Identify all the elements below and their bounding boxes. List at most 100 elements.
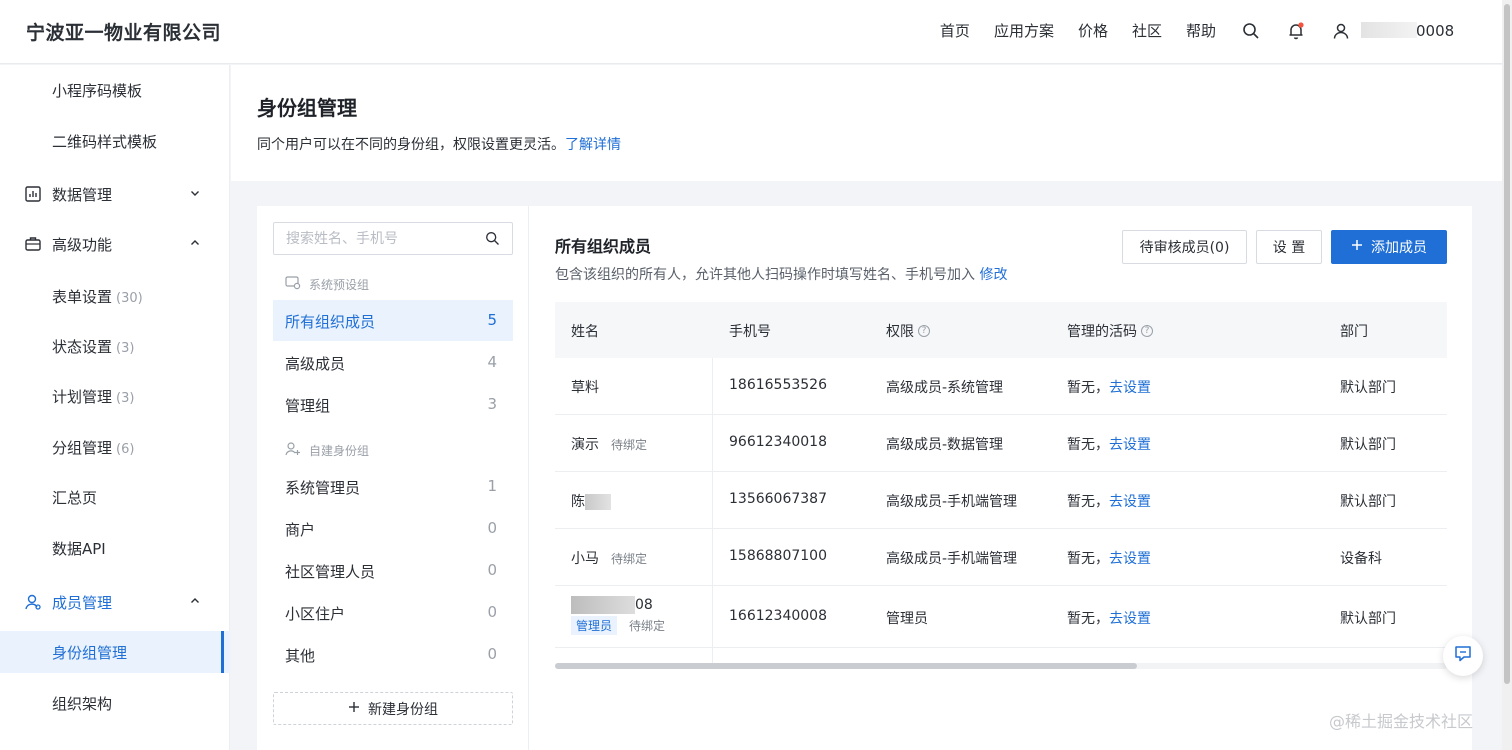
codes-none-text: 暂无，	[1067, 494, 1109, 510]
column-header-name: 姓名	[571, 321, 599, 341]
go-set-link[interactable]: 去设置	[1109, 380, 1151, 396]
table-row[interactable]: 演示 待绑定 96612340018 高级成员-数据管理 暂无，去设置 默认部门	[555, 415, 1447, 472]
chevron-up-icon[interactable]	[188, 236, 202, 250]
group-item-merchant[interactable]: 商户 0	[273, 508, 513, 549]
group-item-all-members[interactable]: 所有组织成员 5	[273, 300, 513, 341]
group-name: 所有组织成员	[285, 313, 376, 331]
pending-bind-tag: 待绑定	[611, 552, 648, 566]
table-row[interactable]: 草料 18616553526 高级成员-系统管理 暂无，去设置 默认部门	[555, 358, 1447, 415]
table-row[interactable]: 小马 待绑定 15868807100 高级成员-手机端管理 暂无，去设置 设备科	[555, 529, 1447, 586]
user-icon[interactable]	[1331, 20, 1351, 42]
settings-button[interactable]: 设 置	[1256, 230, 1322, 264]
nav-help[interactable]: 帮助	[1186, 20, 1216, 41]
codes-none-text: 暂无，	[1067, 611, 1109, 627]
sidebar-item-data-management[interactable]: 数据管理	[0, 173, 230, 215]
sidebar-item-identity-group-management[interactable]: 身份组管理	[0, 631, 230, 673]
sidebar-item-label: 表单设置	[52, 287, 113, 306]
nav-solutions[interactable]: 应用方案	[994, 20, 1054, 41]
group-count: 0	[487, 645, 497, 663]
sidebar-item-member-management[interactable]: 成员管理	[0, 581, 230, 623]
codes-none-text: 暂无，	[1067, 437, 1109, 453]
chevron-down-icon[interactable]	[188, 186, 202, 200]
column-header-managed-codes: 管理的活码?	[1067, 321, 1153, 341]
add-member-button[interactable]: 添加成员	[1331, 230, 1447, 264]
section-title: 系统预设组	[309, 278, 370, 292]
group-item-community-staff[interactable]: 社区管理人员 0	[273, 550, 513, 591]
member-codes: 暂无，去设置	[1067, 434, 1151, 454]
go-set-link[interactable]: 去设置	[1109, 551, 1151, 567]
pending-members-button[interactable]: 待审核成员(0)	[1122, 230, 1247, 264]
help-icon[interactable]: ?	[918, 325, 930, 337]
chevron-up-icon[interactable]	[188, 594, 202, 608]
preset-group-section: 系统预设组	[285, 276, 369, 293]
group-item-advanced-members[interactable]: 高级成员 4	[273, 342, 513, 383]
member-name-cell: 小马 待绑定	[571, 548, 647, 568]
group-item-residents[interactable]: 小区住户 0	[273, 592, 513, 633]
scrollbar-thumb[interactable]	[555, 663, 1137, 669]
sidebar-item-count: (3)	[116, 340, 135, 356]
sidebar-item-data-api[interactable]: 数据API	[0, 527, 230, 569]
group-item-admin-group[interactable]: 管理组 3	[273, 384, 513, 425]
edit-link[interactable]: 修改	[979, 267, 1007, 283]
go-set-link[interactable]: 去设置	[1109, 494, 1151, 510]
search-icon[interactable]	[1241, 20, 1261, 42]
scrollbar-thumb[interactable]	[1504, 4, 1510, 684]
user-id[interactable]: 0008	[1416, 22, 1454, 40]
group-count: 5	[487, 311, 497, 329]
horizontal-scrollbar[interactable]	[555, 663, 1447, 669]
group-name: 社区管理人员	[285, 563, 376, 581]
chat-button[interactable]	[1443, 636, 1483, 676]
sidebar-item-group-management[interactable]: 分组管理 (6)	[0, 426, 230, 468]
member-department: 设备科	[1340, 551, 1382, 567]
brand-name[interactable]: 宁波亚一物业有限公司	[26, 18, 221, 45]
sidebar-item-label: 数据管理	[52, 185, 113, 204]
column-header-department: 部门	[1340, 321, 1368, 341]
member-department: 默认部门	[1340, 437, 1396, 453]
member-role: 管理员	[886, 611, 928, 627]
search-icon[interactable]	[485, 231, 500, 246]
custom-group-icon	[285, 442, 301, 459]
search-input[interactable]	[274, 223, 474, 254]
member-name: 草料	[571, 380, 599, 396]
sidebar-item-qrcode-style-template[interactable]: 二维码样式模板	[0, 120, 230, 162]
learn-more-link[interactable]: 了解详情	[565, 137, 621, 153]
group-name: 小区住户	[285, 605, 346, 623]
nav-home[interactable]: 首页	[940, 20, 970, 41]
sidebar-item-summary[interactable]: 汇总页	[0, 476, 230, 518]
sidebar-item-form-settings[interactable]: 表单设置 (30)	[0, 275, 230, 317]
top-nav: 首页 应用方案 价格 社区 帮助	[940, 20, 1216, 41]
page-scrollbar[interactable]	[1502, 0, 1512, 750]
nav-pricing[interactable]: 价格	[1078, 20, 1108, 41]
redacted-mask	[571, 596, 635, 614]
sidebar-item-org-structure[interactable]: 组织架构	[0, 682, 230, 724]
sidebar-item-count: (3)	[116, 390, 135, 406]
go-set-link[interactable]: 去设置	[1109, 437, 1151, 453]
help-icon[interactable]: ?	[1141, 325, 1153, 337]
group-count: 4	[487, 353, 497, 371]
sidebar-item-status-settings[interactable]: 状态设置 (3)	[0, 325, 230, 367]
sidebar-item-advanced[interactable]: 高级功能	[0, 223, 230, 265]
section-title: 自建身份组	[309, 444, 370, 458]
member-codes: 暂无，去设置	[1067, 608, 1151, 628]
codes-none-text: 暂无，	[1067, 380, 1109, 396]
members-description: 包含该组织的所有人，允许其他人扫码操作时填写姓名、手机号加入 修改	[555, 264, 1007, 284]
sidebar-item-plan-management[interactable]: 计划管理 (3)	[0, 375, 230, 417]
go-set-link[interactable]: 去设置	[1109, 611, 1151, 627]
sidebar-item-miniprogram-template[interactable]: 小程序码模板	[0, 69, 230, 111]
member-name: 演示	[571, 437, 599, 453]
sidebar: 小程序码模板 二维码样式模板 数据管理 高级功能 表单设置 (30) 状态设置 (3…	[0, 65, 230, 750]
plus-icon	[348, 701, 360, 717]
group-item-system-admin[interactable]: 系统管理员 1	[273, 466, 513, 507]
bell-icon[interactable]	[1286, 20, 1306, 42]
new-group-button[interactable]: 新建身份组	[273, 692, 513, 725]
group-item-other[interactable]: 其他 0	[273, 634, 513, 675]
table-row[interactable]: 陈 13566067387 高级成员-手机端管理 暂无，去设置 默认部门	[555, 472, 1447, 529]
member-name: 小马	[571, 551, 599, 567]
nav-community[interactable]: 社区	[1132, 20, 1162, 41]
sidebar-item-label: 组织架构	[52, 694, 113, 713]
member-phone: 13566067387	[729, 491, 827, 507]
table-row[interactable]: 08 管理员 待绑定 16612340008 管理员 暂无，去设置 默认部门	[555, 586, 1447, 648]
member-icon	[24, 593, 42, 611]
sidebar-item-label: 数据API	[52, 539, 106, 558]
add-member-label: 添加成员	[1371, 240, 1427, 256]
